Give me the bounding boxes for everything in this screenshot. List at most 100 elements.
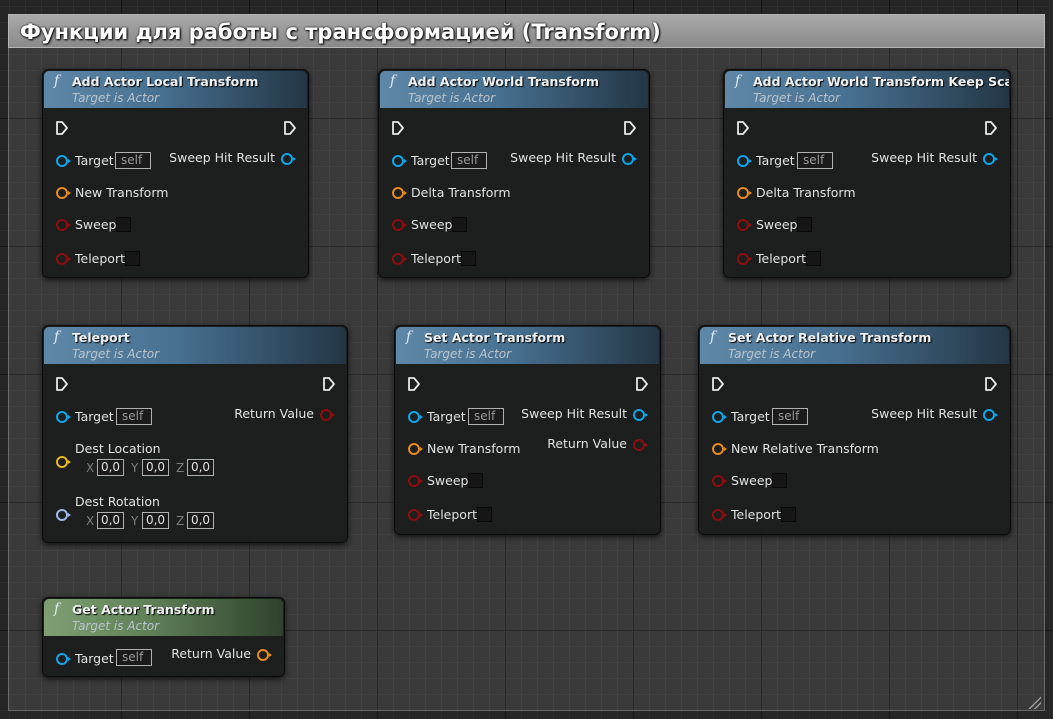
node-subtitle: Target is Actor [72,347,160,361]
target-pin-icon[interactable] [56,411,71,423]
comment-title[interactable]: Функции для работы с трансформацией (Tra… [8,14,1045,48]
transform-pin-icon[interactable] [408,443,423,455]
exec-out-pin-icon[interactable] [984,120,998,136]
dest-location-x-field[interactable]: 0,0 [97,459,124,476]
node-subtitle: Target is Actor [753,91,841,105]
target-self-field[interactable]: self [451,152,487,169]
teleport-checkbox[interactable] [125,251,140,266]
target-pin-icon[interactable] [712,411,727,423]
exec-out-pin-icon[interactable] [322,376,336,392]
teleport-label: Teleport [756,251,806,266]
dest-location-y-field[interactable]: 0,0 [142,459,169,476]
sweep-pin-icon[interactable] [392,219,407,231]
transform-pin-icon[interactable] [56,187,71,199]
target-self-field[interactable]: self [772,408,808,425]
resize-grip-icon[interactable] [1027,695,1041,709]
sweep-checkbox[interactable] [116,217,131,232]
transform-pin-icon[interactable] [737,187,752,199]
return-value-label: Return Value [547,436,627,451]
blueprint-graph-canvas[interactable]: Функции для работы с трансформацией (Tra… [0,0,1053,719]
sweep-pin-icon[interactable] [408,475,423,487]
transform-label: Delta Transform [411,185,511,200]
teleport-pin-icon[interactable] [56,253,71,265]
function-icon: f [735,73,741,89]
teleport-pin-icon[interactable] [737,253,752,265]
exec-in-pin-icon[interactable] [736,120,750,136]
return-value-pin-icon[interactable] [257,649,272,661]
teleport-checkbox[interactable] [806,251,821,266]
function-icon: f [54,73,60,89]
sweep-pin-icon[interactable] [56,219,71,231]
node-teleport[interactable]: f Teleport Target is Actor Target self R… [42,325,348,543]
dest-rotation-y-field[interactable]: 0,0 [142,512,169,529]
node-header[interactable]: f Add Actor World Transform Keep Scale T… [725,71,1009,108]
sweep-hit-result-pin-icon[interactable] [622,153,637,165]
target-pin-icon[interactable] [737,155,752,167]
sweep-checkbox[interactable] [468,473,483,488]
sweep-hit-result-pin-icon[interactable] [983,153,998,165]
exec-out-pin-icon[interactable] [635,376,649,392]
exec-in-pin-icon[interactable] [55,376,69,392]
dest-rotation-pin-icon[interactable] [56,509,71,521]
target-self-field[interactable]: self [115,152,151,169]
teleport-label: Teleport [731,507,781,522]
dest-location-z-field[interactable]: 0,0 [187,459,214,476]
transform-pin-icon[interactable] [392,187,407,199]
return-value-pin-icon[interactable] [320,409,335,421]
node-header[interactable]: f Set Actor Transform Target is Actor [396,327,659,364]
dest-rotation-x-field[interactable]: 0,0 [97,512,124,529]
exec-in-pin-icon[interactable] [407,376,421,392]
sweep-hit-result-pin-icon[interactable] [633,409,648,421]
node-header[interactable]: f Set Actor Relative Transform Target is… [700,327,1009,364]
node-header[interactable]: f Add Actor World Transform Target is Ac… [380,71,648,108]
sweep-hit-result-label: Sweep Hit Result [871,406,977,421]
node-title: Set Actor Relative Transform [728,330,932,345]
transform-pin-icon[interactable] [712,443,727,455]
sweep-pin-icon[interactable] [712,475,727,487]
node-header[interactable]: f Teleport Target is Actor [44,327,346,364]
node-add-actor-world-transform-keep-scale[interactable]: f Add Actor World Transform Keep Scale T… [723,69,1011,278]
target-self-field[interactable]: self [468,408,504,425]
target-pin-icon[interactable] [56,155,71,167]
node-title: Get Actor Transform [72,602,215,617]
exec-in-pin-icon[interactable] [391,120,405,136]
node-add-actor-local-transform[interactable]: f Add Actor Local Transform Target is Ac… [42,69,309,278]
sweep-checkbox[interactable] [797,217,812,232]
target-self-field[interactable]: self [116,408,152,425]
target-self-field[interactable]: self [797,152,833,169]
teleport-checkbox[interactable] [461,251,476,266]
dest-rotation-z-field[interactable]: 0,0 [187,512,214,529]
node-set-actor-relative-transform[interactable]: f Set Actor Relative Transform Target is… [698,325,1011,535]
sweep-pin-icon[interactable] [737,219,752,231]
sweep-hit-result-pin-icon[interactable] [281,153,296,165]
node-get-actor-transform[interactable]: f Get Actor Transform Target is Actor Ta… [42,597,285,677]
node-set-actor-transform[interactable]: f Set Actor Transform Target is Actor Ta… [394,325,661,535]
target-pin-icon[interactable] [408,411,423,423]
transform-label: Delta Transform [756,185,856,200]
target-pin-icon[interactable] [56,653,71,665]
node-title: Add Actor World Transform Keep Scale [753,74,1009,89]
target-pin-icon[interactable] [392,155,407,167]
exec-out-pin-icon[interactable] [984,376,998,392]
target-self-field[interactable]: self [116,649,152,666]
exec-in-pin-icon[interactable] [711,376,725,392]
node-subtitle: Target is Actor [72,91,160,105]
exec-in-pin-icon[interactable] [55,120,69,136]
sweep-hit-result-pin-icon[interactable] [983,409,998,421]
y-axis-label: Y [131,514,139,528]
teleport-pin-icon[interactable] [408,509,423,521]
function-icon: f [54,601,60,617]
sweep-checkbox[interactable] [772,473,787,488]
exec-out-pin-icon[interactable] [623,120,637,136]
node-header[interactable]: f Get Actor Transform Target is Actor [44,599,283,636]
node-header[interactable]: f Add Actor Local Transform Target is Ac… [44,71,307,108]
return-value-pin-icon[interactable] [633,439,648,451]
teleport-pin-icon[interactable] [392,253,407,265]
node-add-actor-world-transform[interactable]: f Add Actor World Transform Target is Ac… [378,69,650,278]
teleport-pin-icon[interactable] [712,509,727,521]
exec-out-pin-icon[interactable] [283,120,297,136]
sweep-checkbox[interactable] [452,217,467,232]
teleport-checkbox[interactable] [781,507,796,522]
dest-location-pin-icon[interactable] [56,456,71,468]
teleport-checkbox[interactable] [477,507,492,522]
